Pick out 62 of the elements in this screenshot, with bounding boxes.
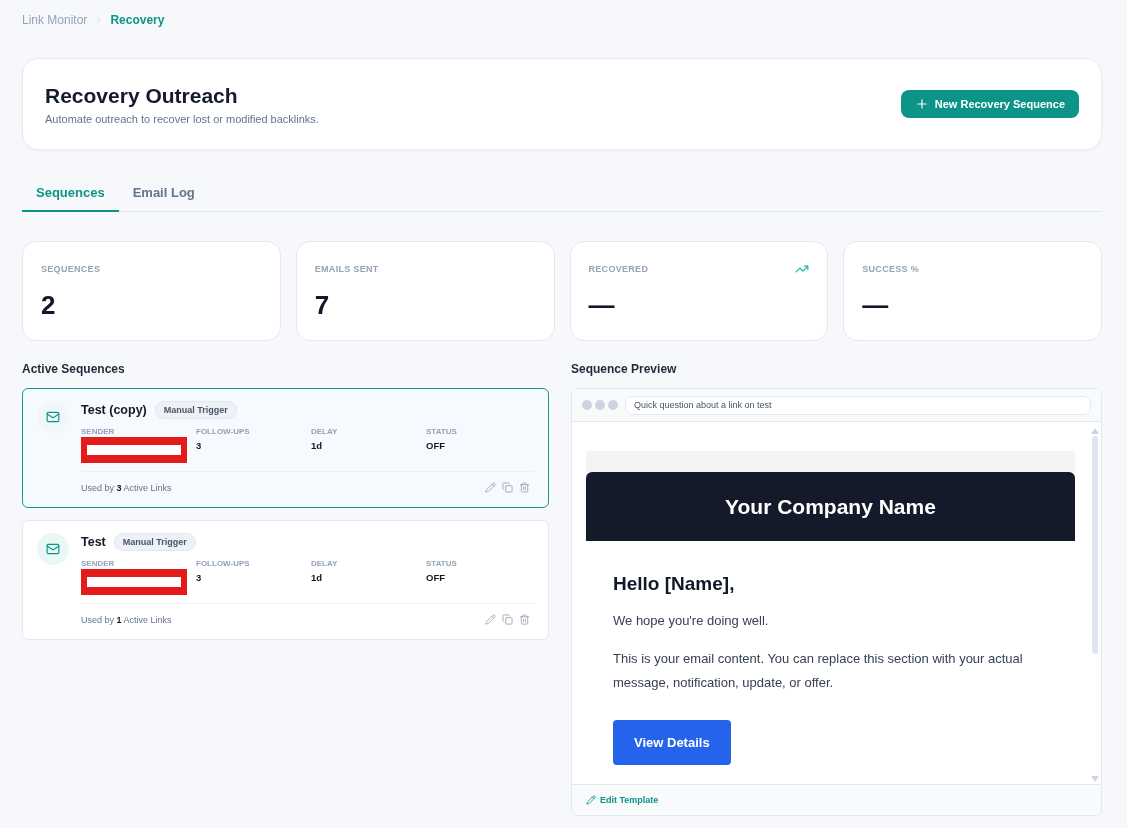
stat-label: SUCCESS % [862,264,919,274]
stat-value: — [862,290,889,320]
trash-icon[interactable] [519,614,530,625]
plus-icon [914,97,929,111]
field-value: OFF [426,440,446,451]
field-value: 1d [311,572,324,583]
sequence-card[interactable]: Test (copy) Manual Trigger SENDER FOLLOW-UPS 3 DELAY 1d STATUS OFF Used by 3 Active Links [22,388,549,508]
mail-icon [37,401,69,433]
field-value: OFF [426,572,446,583]
edit-icon[interactable] [485,614,496,625]
stat-value: 2 [41,290,56,320]
scrollbar-thumb[interactable] [1092,436,1098,654]
field-value: 1d [311,440,324,451]
stat-value: — [588,290,615,320]
field-label: STATUS [426,427,458,436]
mail-icon [37,533,69,565]
field-label: FOLLOW-UPS [196,427,251,436]
view-details-button[interactable]: View Details [613,720,731,765]
stat-label: EMAILS SENT [314,264,379,274]
window-dot [582,400,592,410]
scroll-up-icon[interactable] [1091,428,1099,434]
section-title: Sequence Preview [571,362,678,376]
sequence-name: Test (copy) [81,403,147,417]
new-sequence-button[interactable]: New Recovery Sequence [900,90,1079,118]
breadcrumb-link[interactable]: Link Monitor [22,13,88,27]
window-dot [595,400,605,410]
sequence-card[interactable]: Test Manual Trigger SENDER FOLLOW-UPS 3 DELAY 1d STATUS OFF Used by 1 Active Links [22,520,549,640]
email-paragraph: We hope you're doing well. [613,612,770,630]
usage-text: Used by 3 Active Links [81,482,172,493]
copy-icon[interactable] [502,482,513,493]
email-paragraph: This is your email content. You can replace this section with your actual message, notification, update, or offer. [613,650,1024,692]
field-value: 3 [196,572,203,583]
stat-label: SEQUENCES [41,264,101,274]
field-label: STATUS [426,559,458,568]
tab[interactable]: Sequences [22,176,119,212]
sequence-name: Test [81,535,106,549]
window-dot [608,400,618,410]
field-label: SENDER [81,427,116,436]
company-banner: Your Company Name [586,472,1075,541]
trash-icon[interactable] [519,482,530,493]
edit-template-link[interactable]: Edit Template [586,795,659,805]
field-value: 3 [196,440,203,451]
trigger-tag: Manual Trigger [154,401,237,419]
section-title: Active Sequences [22,362,126,376]
field-label: DELAY [311,427,339,436]
tab[interactable]: Email Log [118,176,209,212]
stat-label: RECOVERED [588,264,649,274]
stat-value: 7 [314,290,330,320]
subject-field: Quick question about a link on test [625,395,1091,415]
email-greeting: Hello [Name], [613,573,736,595]
pencil-icon [586,795,596,805]
page-subtitle: Automate outreach to recover lost or modified backlinks. [45,112,319,125]
usage-text: Used by 1 Active Links [81,614,172,625]
field-label: DELAY [311,559,339,568]
scroll-down-icon[interactable] [1091,776,1099,782]
field-label: FOLLOW-UPS [196,559,251,568]
breadcrumb-link[interactable]: Recovery [110,13,165,27]
edit-icon[interactable] [485,482,496,493]
field-label: SENDER [81,559,116,568]
trigger-tag: Manual Trigger [113,533,196,551]
copy-icon[interactable] [502,614,513,625]
page-title: Recovery Outreach [45,83,239,108]
